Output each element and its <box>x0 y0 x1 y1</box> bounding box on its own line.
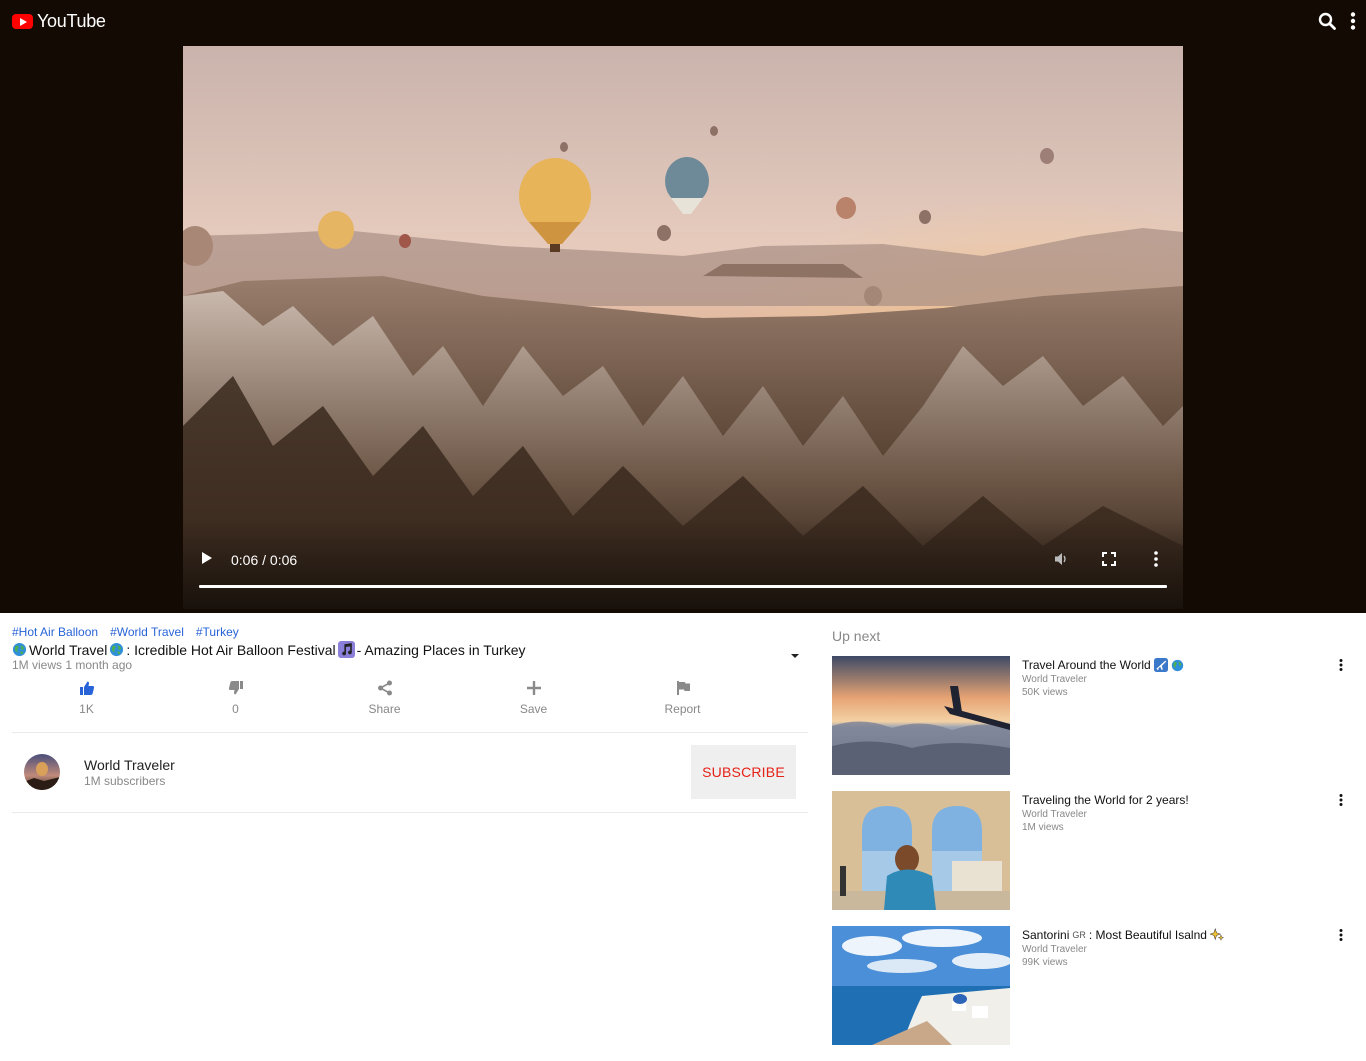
volume-icon[interactable] <box>1053 551 1069 572</box>
save-label: Save <box>519 702 548 716</box>
up-next-views: 1M views <box>1022 822 1064 833</box>
up-next-item[interactable]: Traveling the World for 2 years! World T… <box>832 791 1352 910</box>
app-name: YouTube <box>37 11 106 31</box>
divider <box>12 732 808 733</box>
up-next-title[interactable]: Santorini GR : Most Beautiful Isalnd <box>1022 928 1224 942</box>
up-next-title[interactable]: Travel Around the World <box>1022 658 1184 672</box>
hashtags: #Hot Air Balloon #World Travel #Turkey <box>12 625 239 639</box>
report-label: Report <box>664 702 701 716</box>
globe-icon <box>12 642 27 657</box>
player-area: YouTube 0:06 / 0:06 <box>0 0 1366 613</box>
progress-fill <box>199 585 1167 588</box>
music-note-icon <box>337 641 355 658</box>
player-more-icon[interactable] <box>1153 551 1159 572</box>
dislike-button[interactable]: 0 <box>161 680 310 732</box>
up-next-views: 99K views <box>1022 957 1068 968</box>
title-text: Santorini <box>1022 928 1070 942</box>
save-button[interactable]: Save <box>459 680 608 732</box>
video-player[interactable]: 0:06 / 0:06 <box>183 46 1183 609</box>
video-thumbnail[interactable] <box>832 791 1010 910</box>
thumb-up-icon <box>79 681 94 695</box>
progress-bar[interactable] <box>199 585 1167 588</box>
hashtag-link[interactable]: #Hot Air Balloon <box>12 625 98 639</box>
flag-icon <box>676 681 690 695</box>
dislike-count: 0 <box>232 702 239 716</box>
up-next-views: 50K views <box>1022 687 1068 698</box>
chevron-down-icon[interactable] <box>790 646 800 664</box>
up-next-channel[interactable]: World Traveler <box>1022 674 1087 685</box>
video-title: World Travel : Icredible Hot Air Balloon… <box>12 641 526 658</box>
up-next-title[interactable]: Traveling the World for 2 years! <box>1022 793 1189 807</box>
video-thumbnail[interactable] <box>832 656 1010 775</box>
up-next-item[interactable]: Santorini GR : Most Beautiful Isalnd Wor… <box>832 926 1352 1045</box>
share-icon <box>377 680 392 696</box>
divider <box>12 812 808 813</box>
title-part: - Amazing Places in Turkey <box>356 641 526 658</box>
youtube-logo[interactable]: YouTube <box>12 11 106 32</box>
airplane-icon <box>1153 658 1168 672</box>
globe-icon <box>110 642 124 657</box>
hashtag-link[interactable]: #Turkey <box>196 625 239 639</box>
subscriber-count: 1M subscribers <box>84 774 166 788</box>
thumb-down-icon <box>228 681 243 695</box>
channel-name[interactable]: World Traveler <box>84 757 175 773</box>
add-icon <box>526 681 541 695</box>
share-label: Share <box>368 702 401 716</box>
search-icon[interactable] <box>1318 12 1336 30</box>
fullscreen-icon[interactable] <box>1102 552 1116 571</box>
up-next-channel[interactable]: World Traveler <box>1022 944 1087 955</box>
more-vert-icon[interactable] <box>1339 658 1343 676</box>
sparkles-icon <box>1209 928 1224 941</box>
title-text: : Most Beautiful Isalnd <box>1088 928 1207 942</box>
playback-time: 0:06 / 0:06 <box>231 552 298 568</box>
title-text: Travel Around the World <box>1022 658 1151 672</box>
more-vert-icon[interactable] <box>1339 928 1343 946</box>
play-icon[interactable] <box>201 551 217 569</box>
title-text: Traveling the World for 2 years! <box>1022 793 1189 807</box>
channel-avatar[interactable] <box>24 754 60 790</box>
up-next-channel[interactable]: World Traveler <box>1022 809 1087 820</box>
more-vert-icon[interactable] <box>1350 12 1356 30</box>
like-button[interactable]: 1K <box>12 680 161 732</box>
title-part: World Travel <box>29 641 108 658</box>
report-button[interactable]: Report <box>608 680 757 732</box>
action-bar: 1K 0 Share Save Report <box>12 680 808 732</box>
up-next-heading: Up next <box>832 628 881 644</box>
more-vert-icon[interactable] <box>1339 793 1343 811</box>
globe-icon <box>1171 659 1183 671</box>
subscribe-button[interactable]: SUBSCRIBE <box>691 745 796 799</box>
youtube-logo-icon <box>12 14 33 29</box>
video-thumbnail[interactable] <box>832 926 1010 1045</box>
title-part: : Icredible Hot Air Balloon Festival <box>126 641 336 658</box>
video-meta: 1M views 1 month ago <box>12 658 133 672</box>
like-count: 1K <box>79 702 94 716</box>
title-flag-text: GR <box>1072 930 1086 940</box>
up-next-item[interactable]: Travel Around the World World Traveler 5… <box>832 656 1352 775</box>
share-button[interactable]: Share <box>310 680 459 732</box>
hashtag-link[interactable]: #World Travel <box>110 625 184 639</box>
controls-shade <box>183 519 1183 609</box>
